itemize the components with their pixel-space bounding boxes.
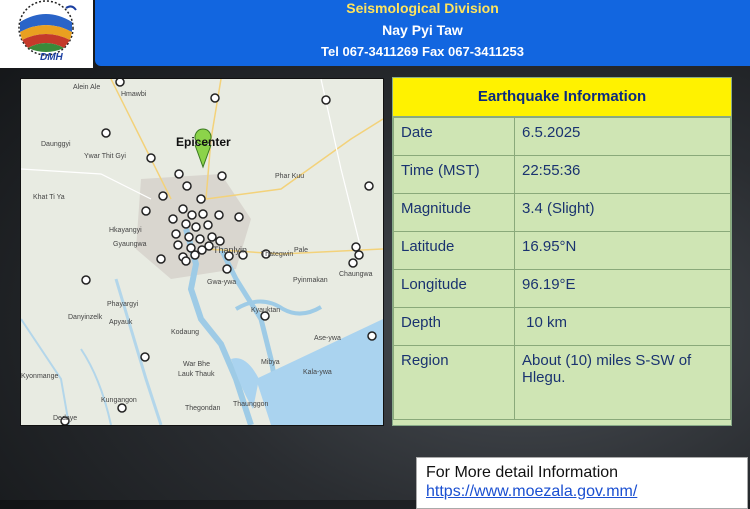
map-place-label: Thegondan xyxy=(185,405,221,412)
info-table: Date 6.5.2025 Time (MST) 22:55:36 Magnit… xyxy=(393,117,731,420)
info-key: Time (MST) xyxy=(393,155,515,194)
map-place-label: Pyinmakan xyxy=(293,277,328,284)
info-value: About (10) miles S-SW of Hlegu. xyxy=(514,345,731,420)
website-link[interactable]: https://www.moezala.gov.mm/ xyxy=(426,483,637,501)
map-place-label: Pale xyxy=(294,247,309,254)
map-place-label: Danyinzelk xyxy=(68,314,103,321)
info-key: Depth xyxy=(393,307,515,346)
map-place-label: Kodaung xyxy=(171,329,200,336)
info-key: Longitude xyxy=(393,269,515,308)
map-place-label: Thaunggon xyxy=(233,401,269,408)
info-key: Magnitude xyxy=(393,193,515,232)
map-place-label: Khat Ti Ya xyxy=(33,194,65,201)
map-place-label: Kungangon xyxy=(101,397,137,404)
info-title: Earthquake Information xyxy=(393,78,731,117)
contact-info: Tel 067-3411269 Fax 067-3411253 xyxy=(321,44,524,59)
info-key: Date xyxy=(393,117,515,156)
info-value: 6.5.2025 xyxy=(514,117,731,156)
more-info-text: For More detail Information xyxy=(426,464,619,481)
info-row-region: Region About (10) miles S-SW of Hlegu. xyxy=(393,345,731,420)
map-place-label: Kala-ywa xyxy=(303,369,332,376)
map-place-label: Ase-ywa xyxy=(314,335,341,342)
info-value: 3.4 (Slight) xyxy=(514,193,731,232)
map-place-label: Phar Kuu xyxy=(275,173,305,180)
map-place-label: Gyaungwa xyxy=(113,241,147,248)
map-place-label: Thanlyin xyxy=(213,245,248,255)
division-title: Seismological Division xyxy=(346,0,499,16)
info-key: Region xyxy=(393,345,515,420)
info-key: Latitude xyxy=(393,231,515,270)
map-place-label: Phayargyi xyxy=(107,301,139,308)
info-value: 96.19°E xyxy=(514,269,731,308)
info-value: 16.95°N xyxy=(514,231,731,270)
map-place-label: Chaungwa xyxy=(339,271,373,278)
map-place-label: Hmawbi xyxy=(121,91,147,98)
city-name: Nay Pyi Taw xyxy=(382,22,463,38)
map-place-label: Mibya xyxy=(261,359,280,366)
map-place-label: War Bhe xyxy=(183,361,210,368)
info-value: 10 km xyxy=(514,307,731,346)
epicenter-label: Epicenter xyxy=(176,135,231,149)
map-place-label: Daunggyi xyxy=(41,141,71,148)
info-row-depth: Depth 10 km xyxy=(393,307,731,346)
map-place-label: Thategwin xyxy=(261,251,294,258)
map-place-label: Kyonmange xyxy=(21,373,59,380)
earthquake-info-panel: Earthquake Information Date 6.5.2025 Tim… xyxy=(392,77,732,426)
info-row-date: Date 6.5.2025 xyxy=(393,117,731,156)
dmh-emblem-icon xyxy=(18,0,77,56)
map-place-label: Gwa-ywa xyxy=(207,279,237,286)
epicenter-map[interactable]: Epicenter Alein Ale Hmawbi Daunggyi Ywar… xyxy=(20,78,384,426)
map-place-label: Dedaye xyxy=(53,415,78,422)
map-place-label: Hkayangyi xyxy=(109,227,142,234)
info-row-magnitude: Magnitude 3.4 (Slight) xyxy=(393,193,731,232)
header-banner: Seismological Division Nay Pyi Taw Tel 0… xyxy=(95,0,750,66)
map-place-label: Lauk Thauk xyxy=(178,371,215,378)
map-place-label: Ywar Thit Gyi xyxy=(84,153,126,160)
info-value: 22:55:36 xyxy=(514,155,731,194)
info-row-latitude: Latitude 16.95°N xyxy=(393,231,731,270)
dmh-logo: DMH xyxy=(0,0,93,68)
info-row-longitude: Longitude 96.19°E xyxy=(393,269,731,308)
map-place-label: Kyauktan xyxy=(251,307,281,314)
info-row-time: Time (MST) 22:55:36 xyxy=(393,155,731,194)
more-info-box: For More detail Information https://www.… xyxy=(416,457,748,509)
logo-text: DMH xyxy=(40,52,63,63)
map-place-label: Alein Ale xyxy=(73,84,101,91)
map-place-label: Apyauk xyxy=(109,319,133,326)
